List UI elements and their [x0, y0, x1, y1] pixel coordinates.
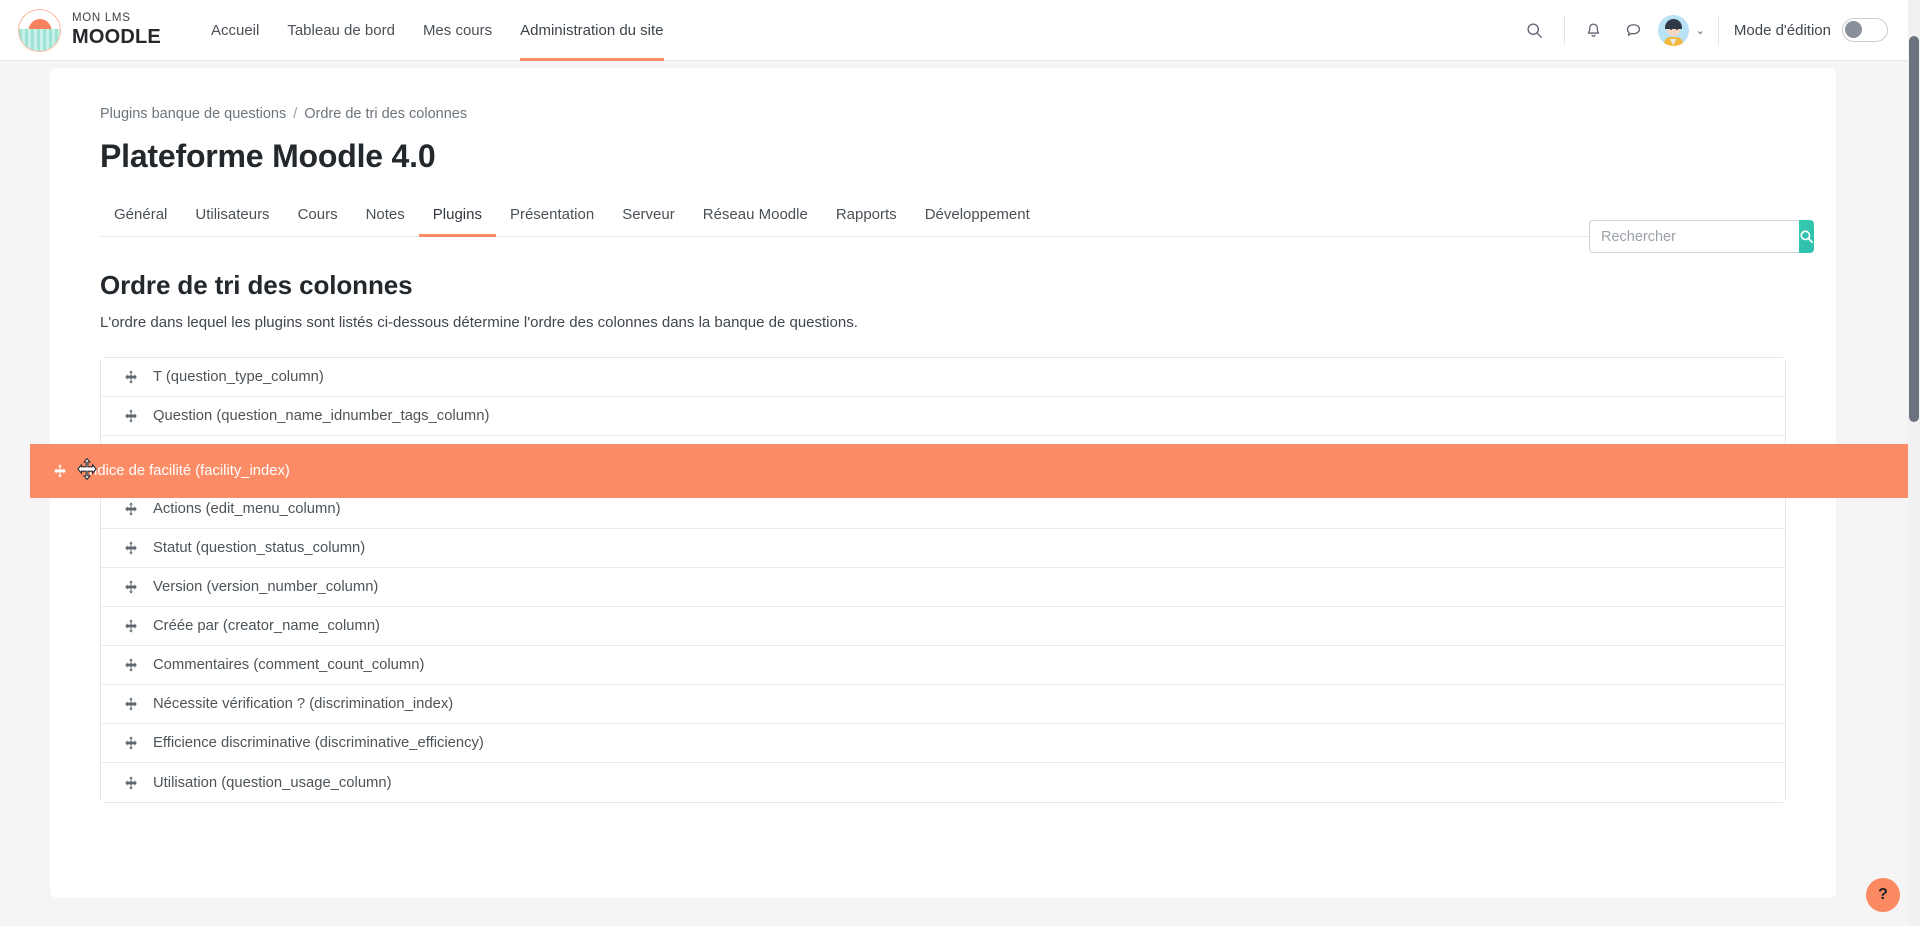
- site-search: [1589, 220, 1814, 253]
- tab-cours[interactable]: Cours: [284, 197, 352, 236]
- user-avatar: [1657, 14, 1689, 46]
- list-item[interactable]: Nécessite vérification ? (discrimination…: [101, 685, 1785, 724]
- admin-tabs: Général Utilisateurs Cours Notes Plugins…: [100, 197, 1786, 237]
- list-item[interactable]: Statut (question_status_column): [101, 529, 1785, 568]
- list-item[interactable]: Version (version_number_column): [101, 568, 1785, 607]
- drag-move-icon[interactable]: [123, 658, 138, 673]
- primary-navigation: Accueil Tableau de bord Mes cours Admini…: [197, 0, 678, 61]
- notifications-bell-icon[interactable]: [1574, 10, 1614, 50]
- drag-move-icon[interactable]: [123, 619, 138, 634]
- brand-line-1: MON LMS: [72, 12, 131, 25]
- scrollbar-thumb[interactable]: [1909, 36, 1919, 422]
- nav-link-accueil[interactable]: Accueil: [197, 0, 273, 61]
- tab-reseau-moodle[interactable]: Réseau Moodle: [689, 197, 822, 236]
- breadcrumb: Plugins banque de questions / Ordre de t…: [100, 106, 1786, 122]
- breadcrumb-parent[interactable]: Plugins banque de questions: [100, 106, 286, 122]
- edit-mode-control: Mode d'édition: [1734, 18, 1888, 42]
- edit-mode-label: Mode d'édition: [1733, 21, 1831, 39]
- breadcrumb-current: Ordre de tri des colonnes: [304, 106, 468, 122]
- drag-move-icon[interactable]: [52, 464, 67, 479]
- tab-presentation[interactable]: Présentation: [496, 197, 608, 236]
- tab-notes[interactable]: Notes: [352, 197, 419, 236]
- drag-move-icon[interactable]: [123, 697, 138, 712]
- page-scrollbar[interactable]: [1908, 0, 1920, 926]
- drag-move-icon[interactable]: [123, 409, 138, 424]
- brand-logo[interactable]: MON LMS MOODLE: [18, 8, 161, 52]
- list-item[interactable]: Question (question_name_idnumber_tags_co…: [101, 397, 1785, 436]
- tab-developpement[interactable]: Développement: [911, 197, 1044, 236]
- edit-mode-toggle[interactable]: [1842, 18, 1888, 42]
- drag-move-icon[interactable]: [123, 736, 138, 751]
- list-item-label: Nécessite vérification ? (discrimination…: [153, 696, 454, 712]
- help-button[interactable]: ?: [1866, 878, 1900, 912]
- breadcrumb-separator: /: [293, 106, 298, 122]
- list-item-label: Efficience discriminative (discriminativ…: [153, 735, 484, 751]
- tab-serveur[interactable]: Serveur: [608, 197, 689, 236]
- search-input[interactable]: [1589, 220, 1799, 253]
- list-item-label: Créée par (creator_name_column): [153, 618, 380, 634]
- drag-move-icon[interactable]: [123, 502, 138, 517]
- user-menu[interactable]: ⌄: [1654, 14, 1709, 46]
- list-item-label: Statut (question_status_column): [153, 540, 366, 556]
- nav-link-mes-cours[interactable]: Mes cours: [409, 0, 506, 61]
- list-item-label: Question (question_name_idnumber_tags_co…: [153, 408, 490, 424]
- brand-line-2: MOODLE: [72, 25, 161, 48]
- section-title: Ordre de tri des colonnes: [100, 270, 413, 300]
- moodle-logo-icon: [18, 8, 61, 52]
- list-item[interactable]: Créée par (creator_name_column): [101, 607, 1785, 646]
- column-sort-order-list: T (question_type_column) Question (quest…: [100, 357, 1786, 803]
- drag-move-icon[interactable]: [123, 775, 138, 790]
- navbar-divider-1: [1563, 15, 1565, 45]
- page-title: Plateforme Moodle 4.0: [100, 138, 436, 174]
- search-icon[interactable]: [1515, 10, 1555, 50]
- tab-general[interactable]: Général: [100, 197, 181, 236]
- list-item[interactable]: Efficience discriminative (discriminativ…: [101, 724, 1785, 763]
- drag-move-icon[interactable]: [123, 370, 138, 385]
- drag-move-icon[interactable]: [123, 580, 138, 595]
- tab-utilisateurs[interactable]: Utilisateurs: [181, 197, 283, 236]
- navbar-divider-2: [1717, 15, 1719, 45]
- list-item[interactable]: T (question_type_column): [101, 358, 1785, 397]
- search-submit-button[interactable]: [1799, 220, 1814, 253]
- nav-link-administration-du-site[interactable]: Administration du site: [506, 0, 677, 61]
- nav-link-tableau-de-bord[interactable]: Tableau de bord: [273, 0, 409, 61]
- list-item-label: Utilisation (question_usage_column): [153, 774, 392, 791]
- list-item-label: Version (version_number_column): [153, 579, 379, 595]
- tab-plugins[interactable]: Plugins: [418, 197, 497, 237]
- dragging-list-item[interactable]: Indice de facilité (facility_index): [30, 444, 1920, 498]
- list-item[interactable]: Commentaires (comment_count_column): [101, 646, 1785, 685]
- drag-move-icon[interactable]: [123, 541, 138, 556]
- navbar-right-controls: ⌄ Mode d'édition: [1515, 0, 1888, 61]
- tab-rapports[interactable]: Rapports: [822, 197, 911, 236]
- list-item[interactable]: Utilisation (question_usage_column): [101, 763, 1785, 802]
- toggle-knob: [1845, 21, 1862, 38]
- dragging-item-label: Indice de facilité (facility_index): [85, 463, 290, 479]
- top-navbar: MON LMS MOODLE Accueil Tableau de bord M…: [0, 0, 1908, 61]
- list-item-label: Actions (edit_menu_column): [153, 501, 341, 517]
- section-description: L'ordre dans lequel les plugins sont lis…: [100, 314, 858, 331]
- list-item-label: Commentaires (comment_count_column): [153, 657, 425, 673]
- chevron-down-icon: ⌄: [1695, 24, 1705, 37]
- list-item-label: T (question_type_column): [153, 369, 324, 385]
- messages-bubble-icon[interactable]: [1614, 10, 1654, 50]
